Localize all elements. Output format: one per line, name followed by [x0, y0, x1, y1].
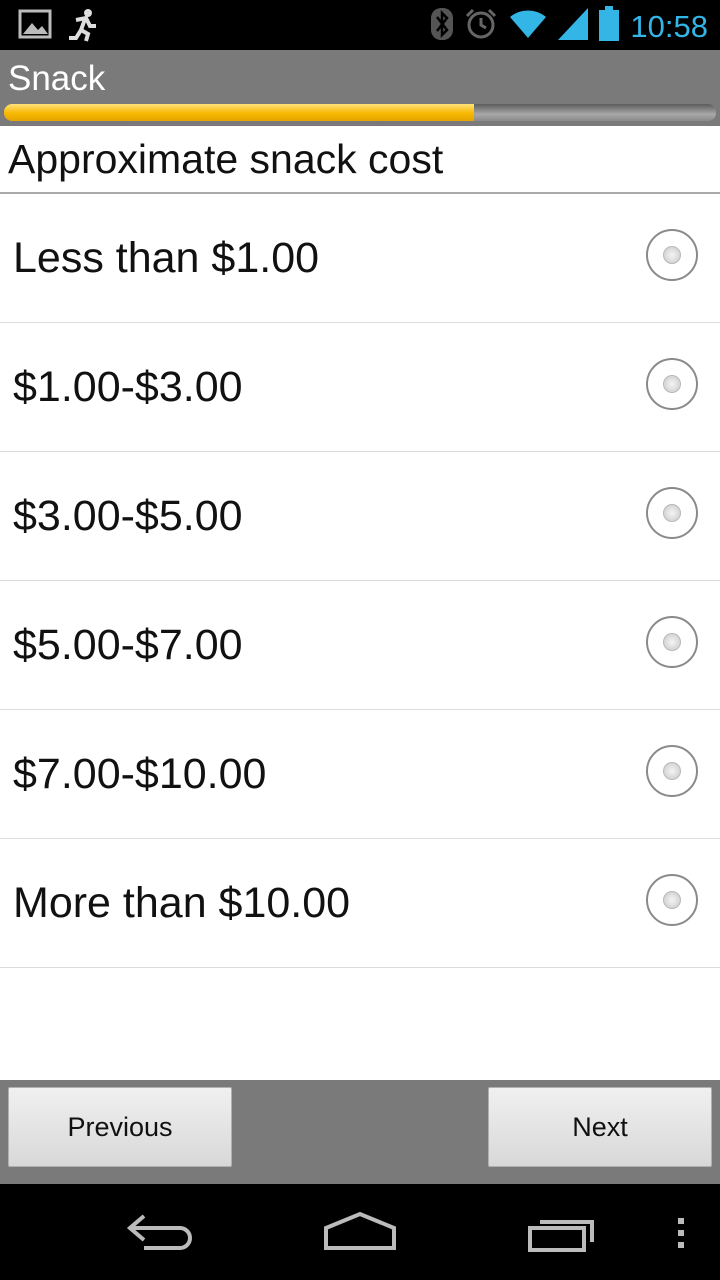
- signal-icon: [558, 8, 589, 45]
- menu-icon[interactable]: [676, 1216, 686, 1255]
- radio-button[interactable]: [646, 358, 698, 410]
- radio-button[interactable]: [646, 229, 698, 281]
- status-bar: 10:58: [0, 0, 720, 50]
- option-label: More than $10.00: [13, 879, 351, 927]
- wifi-icon: [508, 8, 548, 45]
- radio-button[interactable]: [646, 874, 698, 926]
- radio-button[interactable]: [646, 616, 698, 668]
- recent-apps-icon[interactable]: [526, 1210, 598, 1259]
- back-icon[interactable]: [124, 1210, 196, 1259]
- option-row[interactable]: $3.00-$5.00: [0, 452, 720, 581]
- option-label: $1.00-$3.00: [13, 363, 243, 411]
- system-nav-bar: [0, 1184, 720, 1280]
- alarm-icon: [464, 7, 498, 46]
- running-man-icon: [66, 8, 100, 47]
- question-heading: Approximate snack cost: [0, 126, 720, 194]
- clock-time: 10:58: [630, 8, 708, 44]
- progress-fill: [4, 104, 474, 121]
- page-title: Snack: [8, 59, 106, 98]
- battery-icon: [598, 6, 620, 47]
- answer-options-list: Less than $1.00 $1.00-$3.00 $3.00-$5.00 …: [0, 194, 720, 968]
- radio-button[interactable]: [646, 487, 698, 539]
- survey-progress-bar: [4, 104, 716, 121]
- option-label: $7.00-$10.00: [13, 750, 267, 798]
- option-row[interactable]: More than $10.00: [0, 839, 720, 968]
- option-label: $5.00-$7.00: [13, 621, 243, 669]
- image-icon: [18, 8, 52, 47]
- previous-button[interactable]: Previous: [8, 1087, 232, 1167]
- option-label: $3.00-$5.00: [13, 492, 243, 540]
- option-row[interactable]: $7.00-$10.00: [0, 710, 720, 839]
- option-row[interactable]: Less than $1.00: [0, 194, 720, 323]
- option-row[interactable]: $5.00-$7.00: [0, 581, 720, 710]
- option-row[interactable]: $1.00-$3.00: [0, 323, 720, 452]
- option-label: Less than $1.00: [13, 234, 320, 282]
- bluetooth-icon: [430, 6, 454, 47]
- home-icon[interactable]: [322, 1210, 398, 1259]
- footer-bar: Previous Next: [0, 1080, 720, 1184]
- next-button[interactable]: Next: [488, 1087, 712, 1167]
- question-text: Approximate snack cost: [8, 136, 444, 182]
- radio-button[interactable]: [646, 745, 698, 797]
